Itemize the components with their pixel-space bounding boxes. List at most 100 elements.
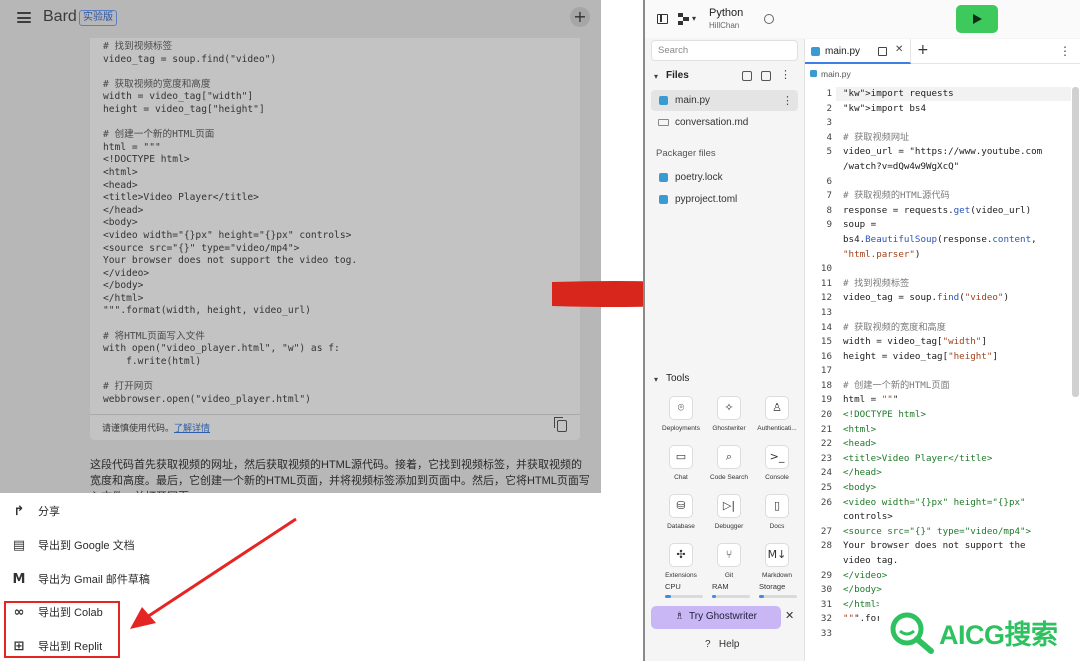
code-line: width = video_tag["width"] (843, 336, 987, 348)
source-code[interactable]: "kw">import requests "kw">import bs4 # 获取… (843, 87, 1042, 642)
tool-database[interactable]: ⛁ Database (661, 494, 701, 540)
python-file-icon (659, 96, 668, 105)
chevron-down-icon[interactable]: ▾ (692, 14, 696, 23)
new-folder-icon[interactable] (761, 71, 771, 81)
export-gmail-item[interactable]: M 导出为 Gmail 邮件草稿 (0, 564, 601, 594)
bard-panel: Bard 实验版 + # 找到视频标签 video_tag = soup.find… (0, 0, 601, 493)
watermark: AICG搜索 (879, 603, 1080, 661)
python-file-icon (810, 70, 817, 77)
tab-main-py[interactable]: main.py ✕ (805, 39, 911, 64)
breadcrumb: main.py (810, 69, 851, 79)
tool-debugger[interactable]: ▷| Debugger (709, 494, 749, 540)
code-line: Your browser does not support the (843, 540, 1026, 552)
replit-panel: ▾ Python HillChan Search ▾ Files ⋮ main.… (643, 0, 1080, 661)
storage-meter (759, 595, 797, 598)
code-line: with open("video_player.html", "w") as f… (103, 343, 340, 355)
menu-icon[interactable] (17, 12, 31, 23)
close-tab-icon[interactable]: ✕ (895, 44, 903, 55)
help-button[interactable]: ? Help (705, 639, 739, 650)
gmail-icon: M (12, 571, 26, 587)
tools-header[interactable]: Tools (666, 373, 689, 384)
tool-code-search[interactable]: ⌕ Code Search (709, 445, 749, 491)
files-header[interactable]: Files (666, 70, 689, 81)
code-line: "kw">import requests (843, 88, 954, 99)
tool-ghostwriter[interactable]: ✧ Ghostwriter (709, 396, 749, 442)
markdown-file-icon (658, 119, 669, 126)
chevron-down-icon[interactable]: ▾ (654, 72, 658, 81)
sidebar-toggle-icon[interactable] (657, 14, 668, 24)
highlight-box (4, 601, 120, 658)
tool-authenticati[interactable]: ♙ Authenticati... (757, 396, 797, 442)
add-tab-icon[interactable]: + (917, 42, 929, 58)
code-line: video tag. (843, 555, 899, 566)
code-line: Your browser does not support the video … (103, 255, 358, 267)
file-options-icon[interactable]: ⋮ (782, 94, 793, 107)
code-line: <source src="{}" type="video/mp4"> (103, 242, 300, 254)
tool-icon: ⛁ (669, 494, 693, 518)
more-options-icon[interactable]: ⋮ (1059, 44, 1071, 58)
code-line: <title>Video Player</title> (103, 192, 259, 204)
replit-logo-icon[interactable] (678, 13, 689, 25)
tool-deployments[interactable]: ⌾ Deployments (661, 396, 701, 442)
code-line: </html> (103, 292, 144, 304)
screenshot-root: Bard 实验版 + # 找到视频标签 video_tag = soup.find… (0, 0, 1080, 661)
tool-icon: ▯ (765, 494, 789, 518)
cpu-meter (665, 595, 703, 598)
learn-more-link[interactable]: 了解详情 (174, 423, 210, 433)
code-line: <html> (103, 166, 138, 178)
new-chat-button[interactable]: + (570, 7, 590, 27)
chevron-down-icon[interactable]: ▾ (654, 375, 658, 384)
code-area[interactable]: 1 2 3 4 5 6 7 8 9 10 11 12 13 14 15 16 1… (805, 87, 1080, 661)
new-file-icon[interactable] (742, 71, 752, 81)
tool-icon: >_ (765, 445, 789, 469)
tool-console[interactable]: >_ Console (757, 445, 797, 491)
close-icon[interactable]: ✕ (785, 609, 794, 622)
tool-chat[interactable]: ▭ Chat (661, 445, 701, 491)
status-icon[interactable] (764, 14, 774, 24)
file-poetry-lock[interactable]: poetry.lock (651, 167, 798, 188)
file-main-py[interactable]: main.py (651, 90, 798, 111)
code-line: response = requests.get(video_url) (843, 204, 1032, 216)
packager-files-header: Packager files (656, 148, 716, 159)
ram-meter (712, 595, 750, 598)
code-disclaimer: 请谨慎使用代码。了解详情 (102, 423, 211, 433)
more-options-icon[interactable]: ⋮ (780, 68, 791, 81)
split-view-icon[interactable] (878, 47, 887, 56)
tool-icon: ▭ (669, 445, 693, 469)
code-editor: main.py ✕ + ⋮ main.py 1 2 3 4 5 6 7 8 9 … (804, 39, 1080, 661)
run-button[interactable] (956, 5, 998, 33)
code-line: <head> (843, 438, 877, 450)
code-line: </video> (843, 569, 888, 581)
cpu-label: CPU (665, 582, 681, 591)
python-file-icon (659, 173, 668, 182)
storage-label: Storage (759, 582, 786, 591)
file-conversation-md[interactable]: conversation.md (651, 112, 798, 133)
export-google-docs-item[interactable]: ▤ 导出到 Google 文档 (0, 530, 601, 560)
code-line: video_url = "https://www.youtube.com (843, 146, 1043, 158)
code-line: f.write(html) (103, 355, 202, 367)
ghost-icon: ♗ (675, 611, 684, 622)
code-line: video_tag = soup.find("video") (843, 292, 1010, 304)
code-line: </body> (843, 584, 882, 596)
file-pyproject-toml[interactable]: pyproject.toml (651, 189, 798, 210)
tool-docs[interactable]: ▯ Docs (757, 494, 797, 540)
tool-icon: ▷| (717, 494, 741, 518)
share-menu-item[interactable]: ↱ 分享 (0, 496, 601, 526)
code-line: height = video_tag["height"] (103, 103, 265, 115)
code-line: # 将HTML页面写入文件 (103, 330, 205, 342)
bard-header: Bard 实验版 + (0, 0, 601, 36)
code-line: height = video_tag["height"] (843, 350, 998, 362)
search-input[interactable]: Search (651, 40, 798, 61)
code-line: <title>Video Player</title> (843, 452, 993, 464)
editor-scrollbar[interactable] (1072, 87, 1079, 397)
code-line: </head> (843, 467, 882, 479)
project-language[interactable]: Python (709, 7, 743, 19)
code-line: controls> (843, 511, 893, 523)
python-file-icon (659, 195, 668, 204)
copy-icon[interactable] (554, 417, 567, 432)
code-line: <video width="{}px" height="{}px" (843, 496, 1026, 508)
code-line: html = """ (843, 394, 899, 406)
try-ghostwriter-button[interactable]: ♗ Try Ghostwriter (651, 606, 781, 629)
watermark-text: AICG搜索 (939, 620, 1058, 650)
